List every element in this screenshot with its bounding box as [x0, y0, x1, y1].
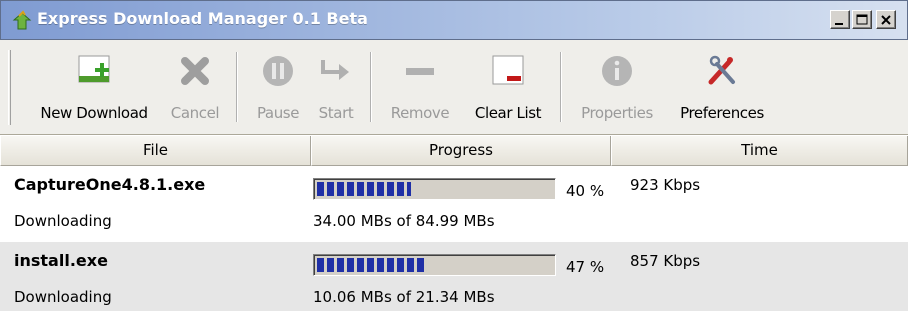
start-arrow-icon	[321, 60, 349, 80]
close-button[interactable]	[876, 10, 896, 29]
clear-list-button[interactable]: Clear List	[460, 46, 556, 130]
download-status: Downloading	[14, 288, 112, 306]
download-status: Downloading	[14, 212, 112, 230]
new-download-label: New Download	[40, 104, 148, 122]
toolbar: New Download Cancel Pause Start Remove C…	[0, 40, 908, 135]
preferences-button[interactable]: Preferences	[666, 46, 778, 130]
cancel-x-icon	[181, 57, 209, 85]
column-header-time[interactable]: Time	[611, 136, 908, 166]
progress-bar	[313, 254, 556, 276]
table-header: File Progress Time	[0, 136, 908, 166]
new-download-icon	[78, 55, 110, 83]
start-label: Start	[318, 104, 354, 122]
app-icon	[12, 10, 32, 30]
file-name: install.exe	[14, 251, 108, 270]
toolbar-separator	[560, 52, 562, 122]
info-icon	[602, 56, 632, 86]
progress-fill	[317, 182, 411, 196]
cancel-button[interactable]: Cancel	[160, 46, 230, 130]
toolbar-grip[interactable]	[8, 50, 11, 125]
download-speed: 923 Kbps	[630, 176, 701, 194]
close-icon	[881, 15, 891, 25]
properties-button[interactable]: Properties	[568, 46, 666, 130]
progress-fill	[317, 258, 427, 272]
maximize-button[interactable]	[852, 10, 872, 29]
pause-button[interactable]: Pause	[246, 46, 310, 130]
pause-icon	[263, 56, 293, 86]
column-header-progress[interactable]: Progress	[311, 136, 611, 166]
remove-button[interactable]: Remove	[380, 46, 460, 130]
remove-label: Remove	[390, 104, 450, 122]
window-title: Express Download Manager 0.1 Beta	[37, 9, 368, 28]
download-size: 34.00 MBs of 84.99 MBs	[313, 212, 495, 230]
new-download-button[interactable]: New Download	[28, 46, 160, 130]
table-row[interactable]: install.exe Downloading 47 % 857 Kbps 10…	[0, 242, 908, 311]
cancel-label: Cancel	[170, 104, 220, 122]
download-speed: 857 Kbps	[630, 252, 701, 270]
toolbar-separator	[236, 52, 238, 122]
clear-list-label: Clear List	[474, 104, 542, 122]
tools-icon	[708, 55, 735, 85]
title-bar[interactable]: Express Download Manager 0.1 Beta	[0, 0, 908, 40]
preferences-label: Preferences	[680, 104, 764, 122]
minimize-button[interactable]	[830, 10, 850, 29]
start-button[interactable]: Start	[310, 46, 362, 130]
remove-minus-icon	[406, 68, 434, 75]
properties-label: Properties	[581, 104, 653, 122]
pause-label: Pause	[256, 104, 300, 122]
progress-bar	[313, 178, 556, 200]
column-header-file[interactable]: File	[0, 136, 311, 166]
clear-list-icon	[492, 55, 524, 85]
minimize-icon	[835, 23, 843, 25]
table-row[interactable]: CaptureOne4.8.1.exe Downloading 40 % 923…	[0, 166, 908, 238]
progress-percent: 47 %	[566, 258, 605, 276]
toolbar-separator	[370, 52, 372, 122]
maximize-icon	[856, 14, 868, 25]
file-name: CaptureOne4.8.1.exe	[14, 175, 206, 194]
download-size: 10.06 MBs of 21.34 MBs	[313, 288, 495, 306]
progress-percent: 40 %	[566, 182, 605, 200]
